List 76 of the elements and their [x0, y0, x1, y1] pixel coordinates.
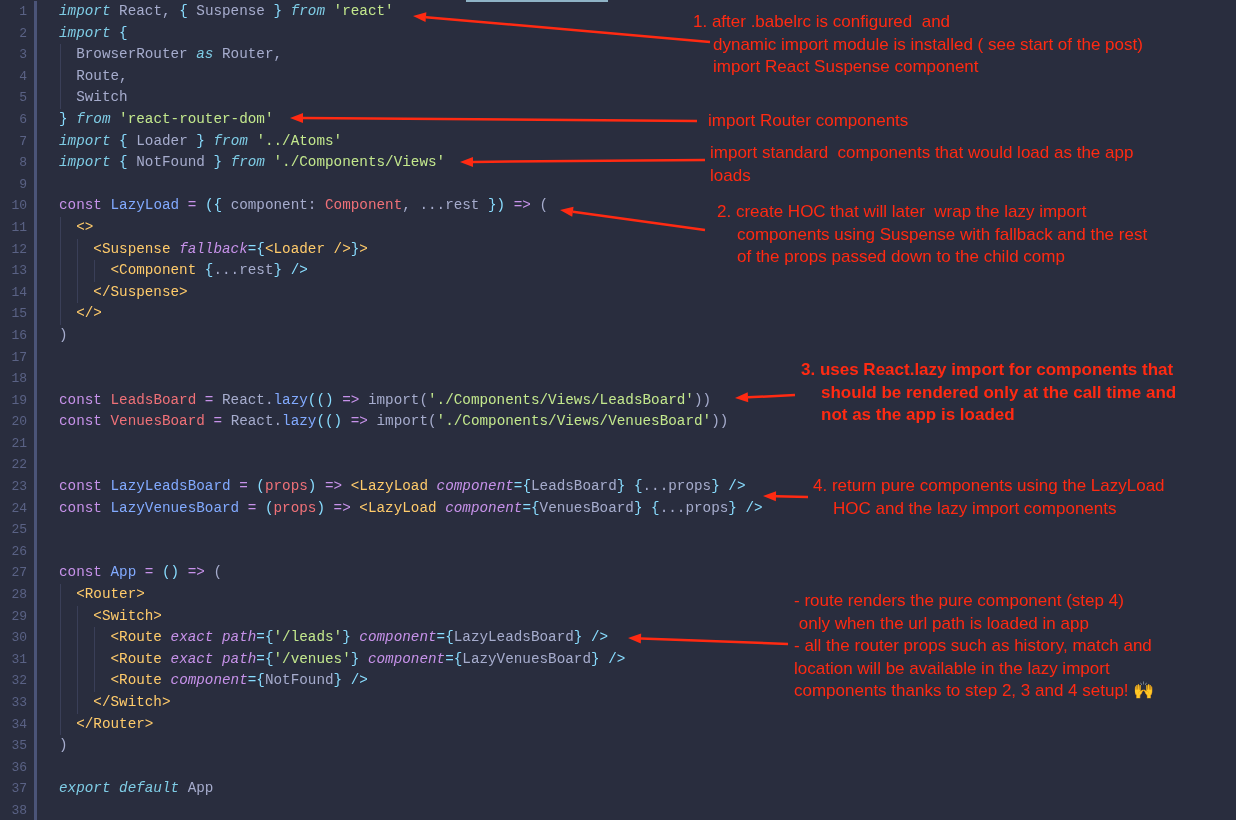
code-line: <Route component={NotFound} />	[109, 672, 368, 689]
code-line: </Switch>	[92, 694, 171, 710]
line-number: 26	[11, 542, 27, 561]
code-line: } from 'react-router-dom'	[59, 110, 274, 127]
line-number: 9	[19, 175, 27, 194]
line-number: 37	[11, 780, 27, 799]
line-number: 23	[11, 478, 27, 497]
line-number: 31	[11, 650, 27, 669]
line-number: 32	[11, 672, 27, 691]
code-line: const App = () => (	[59, 564, 223, 581]
arrow	[735, 392, 796, 403]
line-number: 25	[11, 521, 27, 540]
line-number: 3	[19, 46, 27, 65]
line-number: 6	[19, 110, 27, 129]
line-number: 10	[11, 197, 27, 216]
code-line: import React, { Suspense } from 'react'	[59, 3, 394, 19]
annotation-text: 2. create HOC that will later wrap the lazy import components using Suspense with fallback and the rest of the props passed down to the child comp	[717, 201, 1148, 268]
annotation-text: 4. return pure components using the LazyLoad HOC and the lazy import components	[813, 475, 1165, 520]
line-number: 2	[19, 24, 27, 43]
code-line: <Router>	[75, 586, 145, 603]
line-number: 1	[19, 3, 27, 21]
line-number: 35	[11, 737, 27, 756]
code-line: import {	[59, 24, 128, 41]
code-line: </>	[75, 305, 102, 322]
code-line: <Route exact path={'/venues'} component={LazyVenuesBoard} />	[109, 650, 626, 667]
line-number: 18	[11, 370, 27, 389]
code-line: </Router>	[75, 715, 154, 732]
line-number: 24	[11, 499, 27, 518]
code-line: Route,	[75, 67, 128, 84]
line-number: 33	[11, 694, 27, 712]
code-line: <>	[75, 218, 94, 235]
code-line: const LazyLeadsBoard = (props) => <LazyLoad component={LeadsBoard} {...props} />	[59, 478, 746, 495]
annotation-text: 1. after .babelrc is configured and dynamic import module is installed ( see start of the post) import React Suspense component	[693, 11, 1143, 78]
line-number: 30	[11, 629, 27, 648]
code-line: )	[59, 737, 68, 754]
code-line: </Suspense>	[92, 283, 188, 300]
line-number: 20	[11, 413, 27, 432]
line-number: 12	[11, 240, 27, 259]
line-number: 8	[19, 154, 27, 173]
arrow	[763, 491, 809, 502]
line-number: 17	[11, 348, 27, 367]
code-line: <Suspense fallback={<Loader />}>	[92, 240, 368, 257]
line-number: 22	[11, 456, 27, 475]
code-line: import { Loader } from '../Atoms'	[59, 132, 343, 149]
line-number: 5	[19, 89, 27, 108]
line-number: 34	[11, 715, 27, 734]
line-number: 16	[11, 326, 27, 345]
line-number: 19	[11, 391, 27, 410]
line-number: 36	[11, 758, 27, 777]
line-number: 11	[11, 218, 27, 237]
line-number: 7	[19, 132, 27, 151]
line-number: 28	[11, 586, 27, 605]
line-number: 38	[11, 801, 27, 820]
code-line: BrowserRouter as Router,	[75, 46, 283, 63]
line-number: 27	[11, 564, 27, 583]
line-number: 29	[11, 607, 27, 626]
code-line: Switch	[75, 89, 128, 106]
line-number: 4	[19, 67, 27, 86]
line-number: 13	[11, 262, 27, 281]
code-line: <Route exact path={'/leads'} component={LazyLeadsBoard} />	[109, 629, 609, 646]
code-line: <Switch>	[92, 607, 162, 624]
code-line: const LazyLoad = ({ component: Component, ...rest }) => (	[59, 197, 549, 214]
annotation-text: import Router components	[708, 110, 909, 132]
code-line: const LeadsBoard = React.lazy(() => import('./Components/Views/LeadsBoard'))	[59, 391, 712, 408]
code-line: import { NotFound } from './Components/Views'	[59, 154, 446, 171]
code-line: const VenuesBoard = React.lazy(() => import('./Components/Views/VenuesBoard'))	[59, 413, 729, 430]
annotation-text: 3. uses React.lazy import for components that should be rendered only at the call time and not as the app is loaded	[801, 359, 1177, 426]
code-line: <Component {...rest} />	[109, 262, 308, 279]
line-number: 15	[11, 305, 27, 324]
code-line: const LazyVenuesBoard = (props) => <LazyLoad component={VenuesBoard} {...props} />	[59, 499, 763, 516]
line-number: 21	[11, 434, 27, 453]
annotation-text: - route renders the pure component (step 4) only when the url path is loaded in app - all the router props such as history, match and location will be available in the lazy import components thanks to step 2, 3 and 4 setup! 🙌	[794, 590, 1155, 702]
code-line: )	[59, 326, 68, 343]
annotation-text: import standard components that would load as the app loads	[710, 142, 1134, 187]
code-line: export default App	[59, 780, 214, 797]
line-number: 14	[11, 283, 27, 302]
